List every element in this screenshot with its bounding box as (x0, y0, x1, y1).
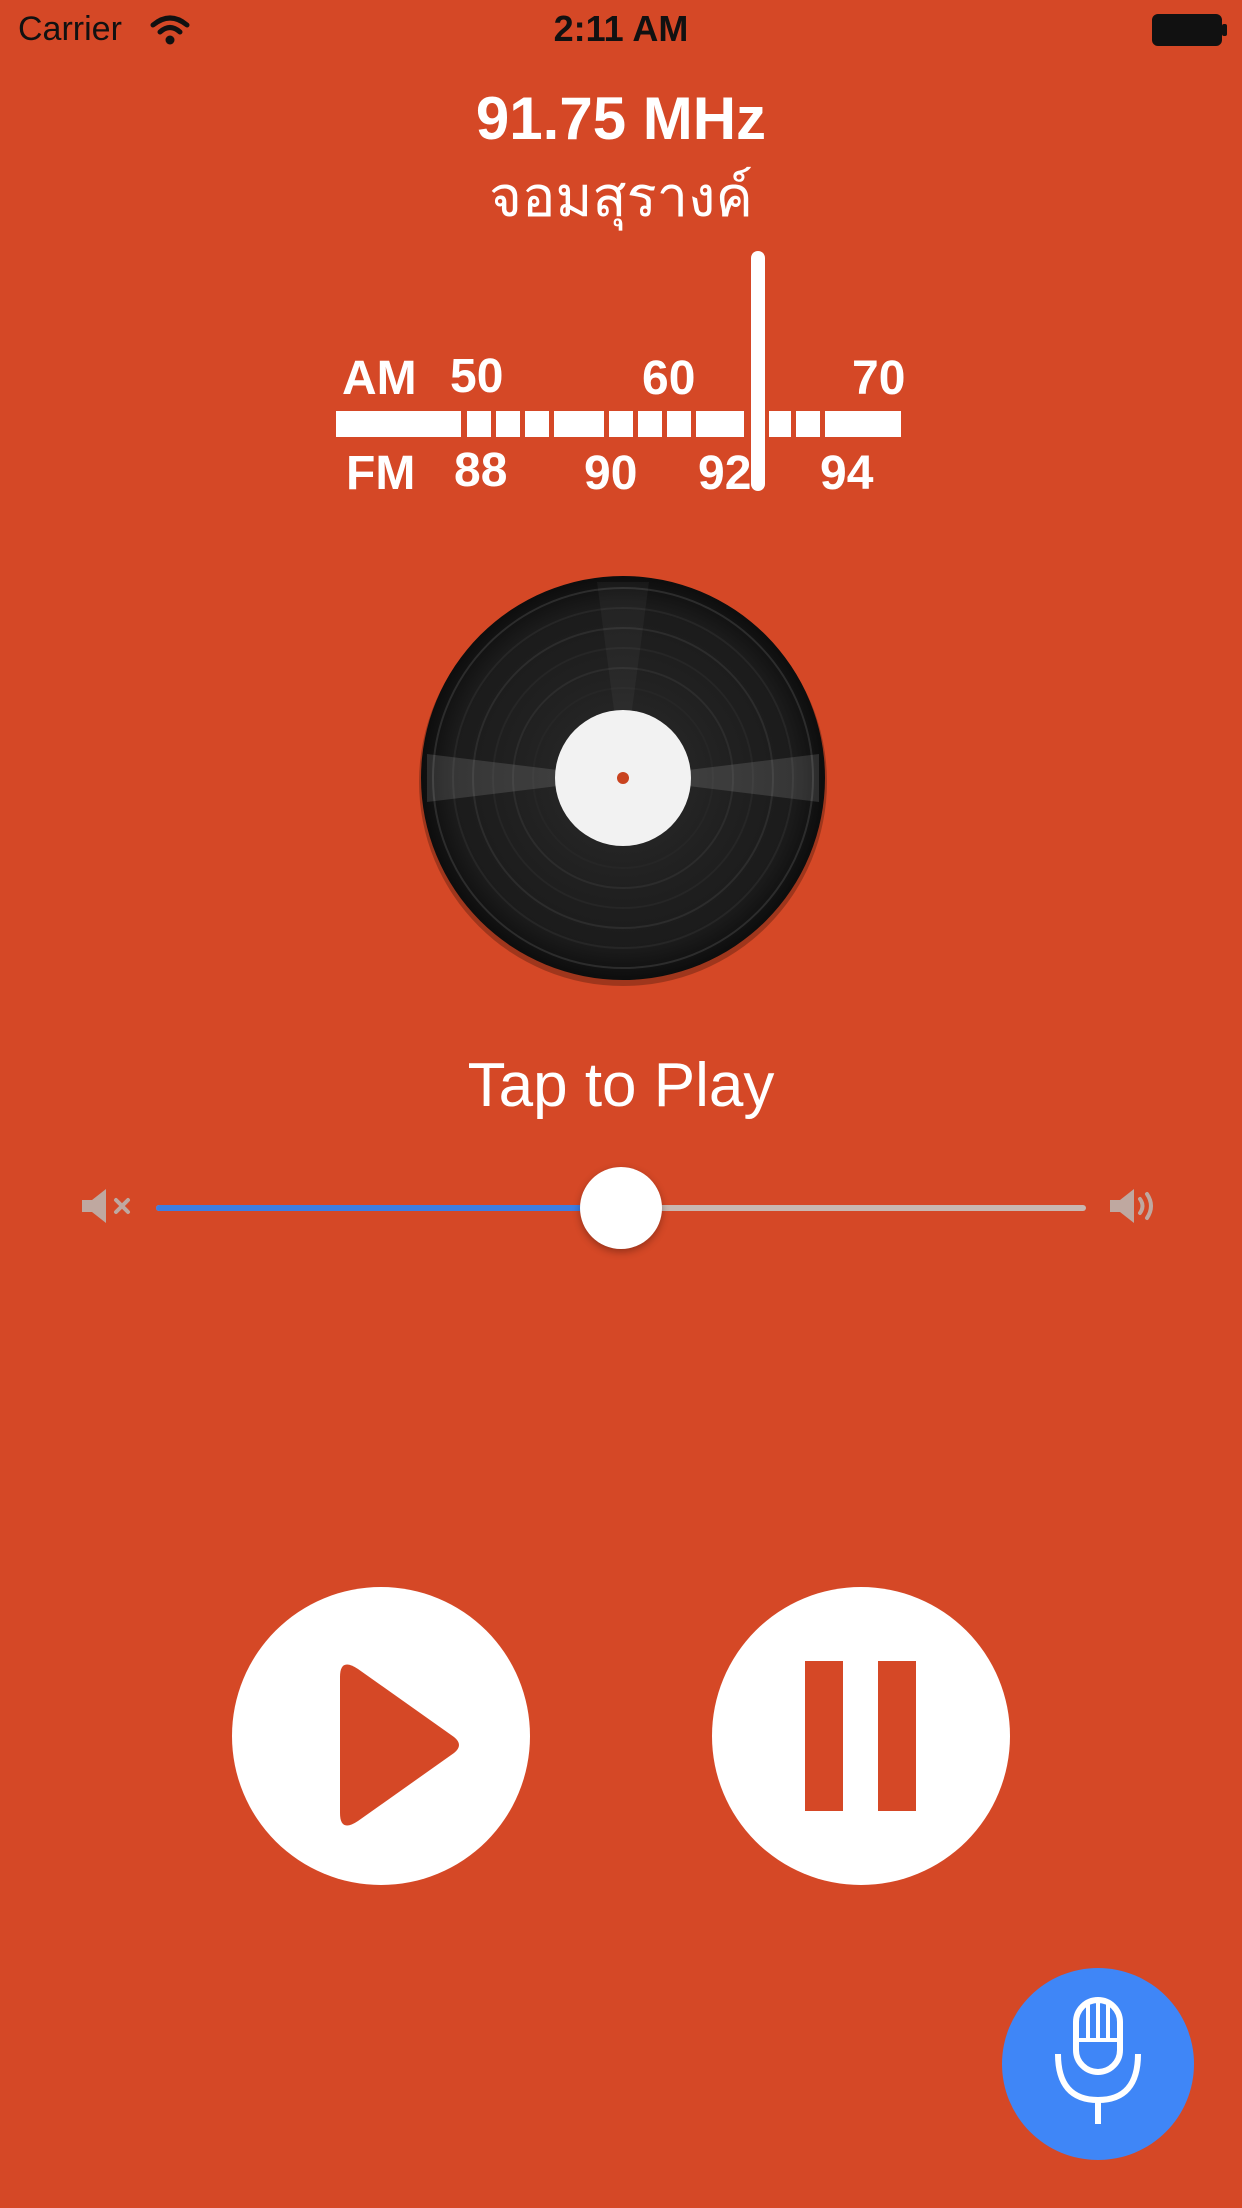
station-name: จอมสุรางค์ (489, 165, 753, 230)
vinyl-record-icon[interactable] (417, 574, 829, 986)
fm-tick-label: 92 (698, 447, 752, 500)
fm-tick-label: 90 (584, 447, 638, 500)
battery-icon (1152, 14, 1227, 46)
tuner-scale (336, 411, 901, 437)
microphone-button[interactable] (1002, 1968, 1194, 2160)
speaker-volume-icon (1110, 1189, 1153, 1223)
pause-button[interactable] (712, 1587, 1010, 1885)
status-time: 2:11 AM (553, 8, 689, 49)
microphone-icon (1055, 1997, 1141, 2124)
volume-fill (156, 1205, 621, 1211)
status-bar: Carrier 2:11 AM (0, 0, 1242, 62)
volume-slider[interactable] (156, 1167, 1086, 1249)
tap-to-play-label[interactable]: Tap to Play (0, 1050, 1242, 1121)
fm-tick-label: 94 (820, 447, 874, 500)
am-tick-label: 50 (450, 350, 504, 403)
fm-tick-label: 88 (454, 444, 508, 497)
fm-band-label: FM (346, 447, 416, 500)
play-button[interactable] (232, 1587, 530, 1885)
speaker-muted-icon (82, 1189, 130, 1223)
tuner-needle[interactable] (751, 251, 765, 491)
radio-tuner-dial: AM 50 60 70 FM 88 90 92 94 (330, 245, 910, 505)
play-icon (340, 1664, 459, 1826)
am-band-label: AM (342, 352, 417, 405)
am-tick-label: 60 (642, 352, 696, 405)
am-tick-label: 70 (852, 352, 906, 405)
volume-slider-thumb[interactable] (580, 1167, 662, 1249)
frequency-label: 91.75 MHz (475, 85, 767, 152)
pause-icon (805, 1661, 916, 1811)
